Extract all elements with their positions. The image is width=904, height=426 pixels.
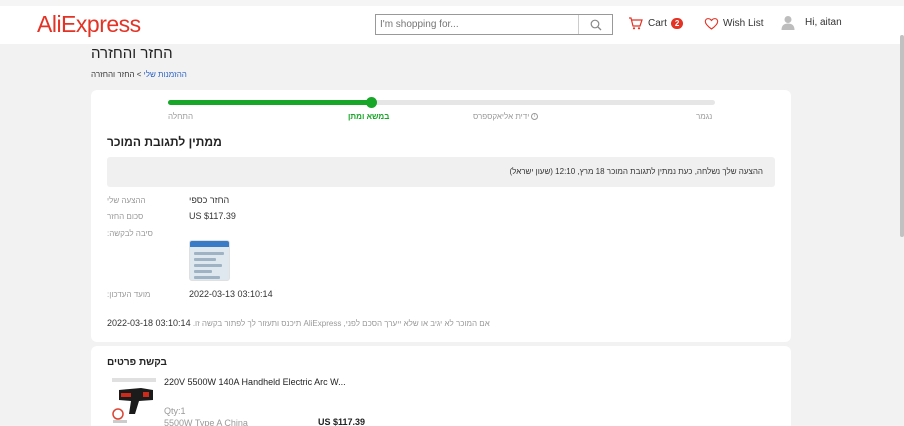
page-title: החזר והחזרה xyxy=(91,45,173,62)
escalation-text: .תיכנס ותעזור לך לפתור בקשה זו AliExpres… xyxy=(192,319,490,328)
page-scrollbar[interactable] xyxy=(900,35,904,237)
escalation-datetime: 2022-03-18 03:10:14 xyxy=(107,318,191,328)
search-button[interactable] xyxy=(578,15,612,34)
progress-step-aliexpress-label: ידית אליאקספרס xyxy=(473,112,530,121)
progress-fill xyxy=(168,100,372,105)
wishlist-label: Wish List xyxy=(723,18,764,29)
wishlist-link[interactable]: Wish List xyxy=(704,17,764,30)
progress-step-start: התחלה xyxy=(168,112,194,121)
product-price: US $117.39 xyxy=(318,417,366,426)
escalation-note: 2022-03-18 03:10:14 .תיכנס ותעזור לך לפת… xyxy=(107,318,490,328)
search-icon xyxy=(590,19,601,30)
offer-value: החזר כספי xyxy=(189,195,230,205)
search-bar xyxy=(375,14,613,35)
user-greeting: Hi, aitan xyxy=(805,17,842,28)
request-reason-label: :סיבה לבקשה xyxy=(107,229,153,238)
heart-icon xyxy=(704,18,719,30)
breadcrumb-my-orders-link[interactable]: ההזמנות שלי xyxy=(144,70,187,79)
top-navigation-bar: AliExpress Cart 2 Wish List Hi, aitan xyxy=(0,0,904,44)
refund-amount-label: סכום החזר xyxy=(107,212,144,221)
refund-status-card: התחלה במשא ומתן ידית אליאקספרס i נגמר ממת… xyxy=(91,90,791,342)
request-details-title: בקשת פרטים xyxy=(107,357,167,368)
product-variant: 5500W Type A China xyxy=(164,418,248,426)
request-details-card: בקשת פרטים 220V 5500W 140A Handheld Elec… xyxy=(91,346,791,426)
product-quantity: Qty:1 xyxy=(164,406,186,416)
product-image[interactable] xyxy=(109,376,159,426)
breadcrumb-current: החזר והחזרה xyxy=(91,70,135,79)
progress-step-negotiation: במשא ומתן xyxy=(348,112,390,121)
cart-label: Cart xyxy=(648,18,667,29)
progress-current-dot xyxy=(366,97,377,108)
search-input[interactable] xyxy=(376,15,578,34)
user-account-menu[interactable]: Hi, aitan xyxy=(781,15,842,30)
progress-track xyxy=(168,97,715,108)
status-title: ממתין לתגובת המוכר xyxy=(107,135,222,149)
progress-step-aliexpress: ידית אליאקספרס i xyxy=(473,112,539,121)
aliexpress-logo[interactable]: AliExpress xyxy=(37,11,141,38)
product-name-link[interactable]: 220V 5500W 140A Handheld Electric Arc W.… xyxy=(164,377,346,387)
user-avatar-icon xyxy=(781,16,795,30)
cart-count-badge: 2 xyxy=(670,18,684,29)
progress-step-finished: נגמר xyxy=(696,112,713,121)
status-notice: ההצעה שלך נשלחה, כעת נמתין לתגובת המוכר … xyxy=(107,157,775,187)
cart-icon xyxy=(629,17,643,30)
cart-link[interactable]: Cart 2 xyxy=(628,17,684,30)
refund-amount-value: US $117.39 xyxy=(189,211,236,221)
breadcrumb: ההזמנות שלי > החזר והחזרה xyxy=(91,70,187,79)
breadcrumb-separator: > xyxy=(136,70,142,79)
deadline-label: :מועד העדכון xyxy=(107,290,151,299)
info-icon[interactable]: i xyxy=(531,113,539,121)
offer-label: ההצעה שלי xyxy=(107,196,146,205)
deadline-value: 2022-03-13 03:10:14 xyxy=(189,289,273,299)
evidence-screenshot-thumbnail[interactable] xyxy=(189,240,230,281)
